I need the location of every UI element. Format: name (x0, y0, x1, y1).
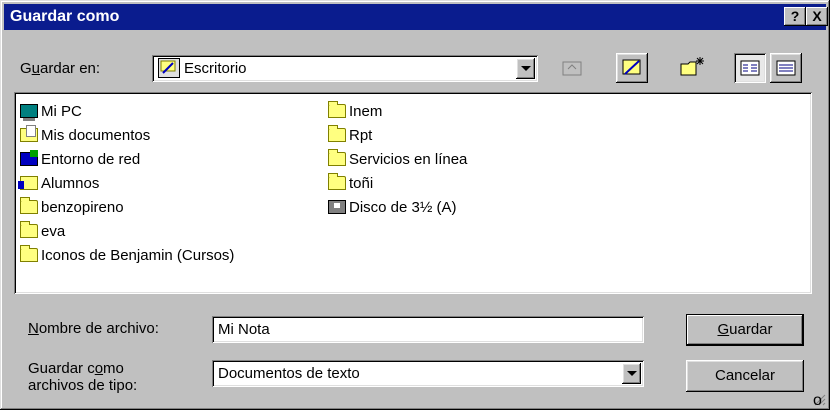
list-item-inem[interactable]: Inem (328, 100, 382, 124)
desktop-icon (158, 58, 180, 78)
filetype-combo[interactable]: Documentos de texto (212, 360, 644, 387)
list-item-alumnos[interactable]: Alumnos (18, 172, 99, 196)
save-in-value: Escritorio (184, 60, 247, 77)
filetype-label: Guardar como archivos de tipo: (28, 360, 138, 394)
up-folder-icon (562, 61, 582, 76)
stray-char: o (813, 392, 822, 409)
list-view-button[interactable] (734, 53, 766, 83)
floppy-drive-icon (328, 200, 346, 214)
list-item-mi-pc[interactable]: Mi PC (20, 100, 82, 124)
file-list[interactable]: Mi PC Mis documentos Entorno de red Alum… (14, 92, 812, 294)
save-in-combo[interactable]: Escritorio (152, 55, 538, 82)
list-item-benzopireno[interactable]: benzopireno (20, 196, 124, 220)
new-folder-button[interactable] (676, 53, 708, 83)
desktop-icon (622, 59, 641, 75)
list-item-servicios-en-linea[interactable]: Servicios en línea (328, 148, 467, 172)
folder-icon (20, 245, 38, 262)
chevron-down-icon[interactable] (516, 58, 535, 79)
folder-icon (328, 101, 346, 118)
save-button[interactable]: Guardar (686, 314, 804, 346)
save-as-dialog: Guardar como ? X Guardar en: Escritorio … (0, 0, 830, 410)
list-item-disco-a[interactable]: Disco de 3½ (A) (328, 196, 457, 220)
chevron-down-icon[interactable] (622, 363, 641, 384)
help-button[interactable]: ? (784, 7, 806, 26)
my-computer-icon (20, 104, 38, 121)
list-item-mis-documentos[interactable]: Mis documentos (20, 124, 150, 148)
list-item-rpt[interactable]: Rpt (328, 124, 372, 148)
network-icon (20, 150, 38, 166)
folder-icon (328, 125, 346, 142)
briefcase-icon (18, 176, 38, 190)
new-folder-icon (680, 57, 704, 76)
title-bar[interactable]: Guardar como ? X (4, 4, 828, 30)
list-item-toni[interactable]: toñi (328, 172, 373, 196)
list-item-entorno-de-red[interactable]: Entorno de red (20, 148, 140, 172)
close-button[interactable]: X (806, 7, 828, 26)
cancel-button[interactable]: Cancelar (686, 360, 804, 392)
my-documents-icon (20, 125, 38, 142)
list-item-iconos-de-benjamin[interactable]: Iconos de Benjamin (Cursos) (20, 244, 234, 268)
details-view-icon (776, 60, 796, 76)
folder-icon (20, 197, 38, 214)
list-item-eva[interactable]: eva (20, 220, 65, 244)
up-folder-button[interactable] (556, 53, 588, 83)
folder-icon (328, 173, 346, 190)
save-in-label: Guardar en: (20, 60, 101, 77)
list-view-icon (740, 60, 760, 76)
filename-label: Nombre de archivo: (28, 320, 159, 337)
folder-icon (328, 149, 346, 166)
desktop-button[interactable] (616, 53, 648, 83)
details-view-button[interactable] (770, 53, 802, 83)
folder-icon (20, 221, 38, 238)
filename-input[interactable]: Mi Nota (212, 316, 644, 343)
dialog-title: Guardar como (10, 8, 120, 25)
